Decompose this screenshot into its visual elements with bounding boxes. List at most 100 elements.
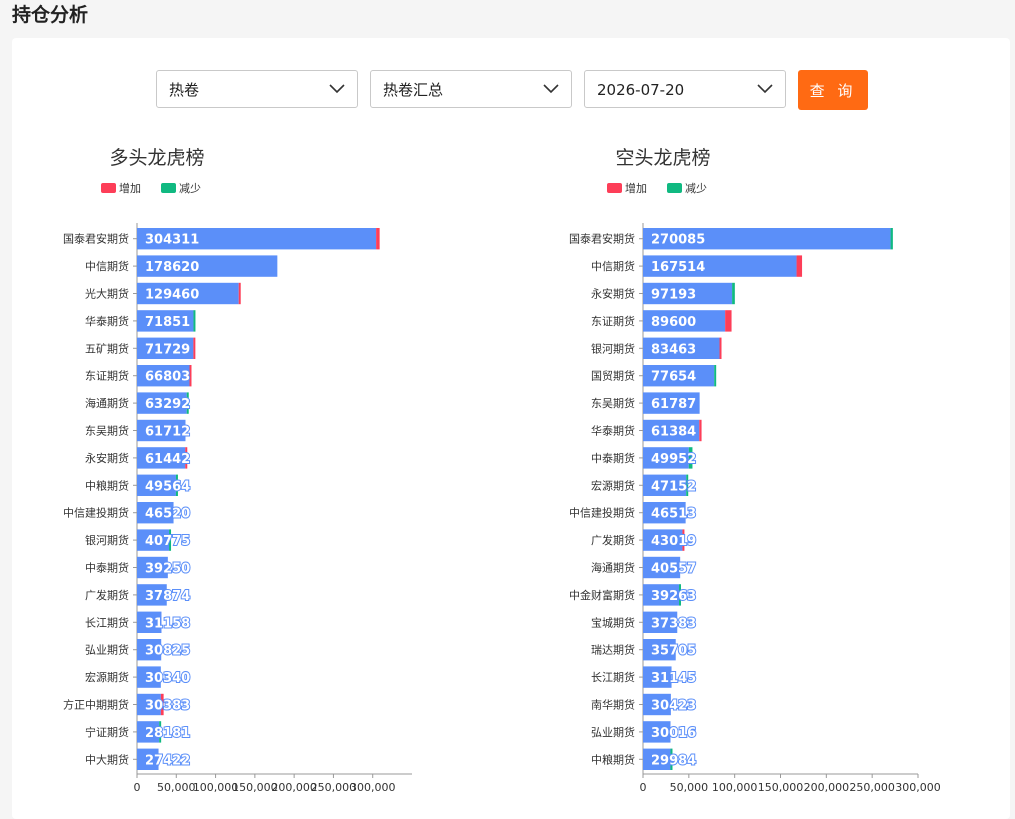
short-category-label: 宝城期货 bbox=[591, 615, 635, 629]
short-x-tick-label: 150,000 bbox=[758, 781, 804, 794]
short-x-tick-label: 0 bbox=[640, 781, 647, 794]
long-bar-value-label: 129460 bbox=[145, 288, 199, 303]
long-category-label: 中信建投期货 bbox=[63, 506, 129, 520]
short-bar-value-label: 47152 bbox=[651, 479, 696, 494]
long-bar-value-label: 30340 bbox=[145, 671, 190, 686]
long-category-label: 中泰期货 bbox=[85, 561, 129, 575]
short-bar-value-label: 35705 bbox=[651, 644, 696, 659]
short-bar-value-label: 39263 bbox=[651, 589, 696, 604]
long-category-label: 中大期货 bbox=[85, 752, 129, 766]
chevron-down-icon bbox=[757, 84, 773, 94]
long-category-label: 广发期货 bbox=[85, 588, 129, 602]
short-category-label: 银河期货 bbox=[591, 341, 635, 355]
short-bar-value-label: 31145 bbox=[651, 671, 696, 686]
short-legend-swatch-decrease bbox=[667, 183, 682, 193]
long-bar-value-label: 49564 bbox=[145, 479, 190, 494]
contract-select-value: 热卷汇总 bbox=[383, 81, 444, 99]
short-category-label: 中泰期货 bbox=[591, 451, 635, 465]
long-category-label: 五矿期货 bbox=[85, 341, 129, 355]
long-x-tick-label: 50,000 bbox=[157, 781, 196, 794]
long-bar-decrease bbox=[193, 310, 196, 332]
short-category-label: 弘业期货 bbox=[591, 725, 635, 739]
short-bar-increase bbox=[796, 255, 803, 277]
long-category-label: 银河期货 bbox=[85, 533, 129, 547]
long-category-label: 弘业期货 bbox=[85, 643, 129, 657]
contract-select[interactable]: 热卷汇总 bbox=[370, 70, 572, 108]
short-bar-value-label: 61787 bbox=[651, 397, 696, 412]
short-x-tick-label: 300,000 bbox=[895, 781, 941, 794]
long-bar-value-label: 39250 bbox=[145, 562, 190, 577]
long-category-label: 东证期货 bbox=[85, 369, 129, 383]
long-category-label: 中信期货 bbox=[85, 259, 129, 273]
short-category-label: 国泰君安期货 bbox=[569, 232, 635, 246]
variety-select[interactable]: 热卷 bbox=[156, 70, 358, 108]
short-category-label: 海通期货 bbox=[591, 561, 635, 575]
short-category-label: 永安期货 bbox=[591, 287, 635, 301]
long-bar-value-label: 30825 bbox=[145, 644, 190, 659]
long-category-label: 光大期货 bbox=[85, 287, 129, 301]
short-ranking-chart: 空头龙虎榜增加 减少 0 50,000 100,000 150,000 200,000 250… bbox=[569, 147, 941, 794]
short-bar-decrease bbox=[732, 282, 735, 305]
long-chart-title: 多头龙虎榜 bbox=[109, 147, 204, 169]
long-bar-value-label: 31158 bbox=[145, 616, 190, 631]
long-category-label: 宁证期货 bbox=[85, 725, 129, 739]
long-category-label: 国泰君安期货 bbox=[63, 232, 129, 246]
short-category-label: 长江期货 bbox=[591, 670, 635, 684]
long-category-label: 长江期货 bbox=[85, 615, 129, 629]
long-bar-increase bbox=[376, 228, 380, 250]
long-bar-value-label: 61442 bbox=[145, 452, 190, 467]
long-category-label: 东吴期货 bbox=[85, 424, 129, 438]
long-legend-label-decrease: 减少 bbox=[179, 182, 201, 195]
chevron-down-icon bbox=[329, 84, 345, 94]
short-category-label: 华泰期货 bbox=[591, 424, 635, 438]
long-ranking-chart: 多头龙虎榜增加 减少0 50,000100,000150,000200,000250… bbox=[63, 147, 412, 794]
long-bar-value-label: 28181 bbox=[145, 726, 190, 741]
long-legend-label-increase: 增加 bbox=[119, 181, 141, 195]
short-category-label: 中信期货 bbox=[591, 259, 635, 273]
long-bar-value-label: 40775 bbox=[145, 534, 190, 549]
short-bar-value-label: 61384 bbox=[651, 425, 696, 440]
short-bar-increase bbox=[699, 419, 702, 442]
long-legend-swatch-increase bbox=[101, 183, 116, 193]
short-bar-value-label: 167514 bbox=[651, 260, 705, 275]
short-bar-increase bbox=[719, 337, 722, 359]
short-category-label: 宏源期货 bbox=[591, 478, 635, 492]
short-category-label: 国贸期货 bbox=[591, 369, 635, 383]
query-button[interactable]: 查 询 bbox=[798, 70, 868, 110]
chevron-down-icon bbox=[543, 84, 559, 94]
date-select[interactable]: 2026-07-20 bbox=[584, 70, 786, 108]
short-bar-value-label: 37383 bbox=[651, 616, 696, 631]
short-category-label: 瑞达期货 bbox=[591, 643, 635, 657]
short-bar-decrease bbox=[714, 365, 717, 387]
short-bar-value-label: 46513 bbox=[651, 507, 696, 522]
long-bar-value-label: 66803 bbox=[145, 370, 190, 385]
long-bar-value-label: 46520 bbox=[145, 507, 190, 522]
short-bar-value-label: 49952 bbox=[651, 452, 696, 467]
long-bar-increase bbox=[238, 282, 241, 305]
long-x-tick-label: 300,000 bbox=[350, 781, 396, 794]
variety-select-value: 热卷 bbox=[169, 81, 200, 99]
short-bar-value-label: 270085 bbox=[651, 233, 705, 248]
long-legend-swatch-decrease bbox=[161, 183, 176, 193]
long-bar-value-label: 304311 bbox=[145, 233, 199, 248]
long-category-label: 华泰期货 bbox=[85, 314, 129, 328]
short-legend-swatch-increase bbox=[607, 183, 622, 193]
position-analysis-panel: 热卷 热卷汇总 2026-07-20 查 询 多头龙虎榜增加 减少 0 50,000 1… bbox=[12, 38, 1010, 819]
long-bar-increase bbox=[193, 337, 196, 359]
long-bar-value-label: 63292 bbox=[145, 397, 190, 412]
long-bar-value-label: 71851 bbox=[145, 315, 190, 330]
long-category-label: 宏源期货 bbox=[85, 670, 129, 684]
short-category-label: 广发期货 bbox=[591, 533, 635, 547]
date-select-value: 2026-07-20 bbox=[597, 81, 685, 99]
long-bar-value-label: 27422 bbox=[145, 753, 190, 768]
long-x-tick-label: 0 bbox=[134, 781, 141, 794]
long-category-label: 永安期货 bbox=[85, 451, 129, 465]
short-category-label: 南华期货 bbox=[591, 698, 635, 712]
long-bar-value-label: 30383 bbox=[145, 699, 190, 714]
short-x-tick-label: 200,000 bbox=[804, 781, 850, 794]
short-x-tick-label: 100,000 bbox=[712, 781, 758, 794]
short-bar-value-label: 43019 bbox=[651, 534, 696, 549]
long-category-label: 方正中期期货 bbox=[63, 698, 129, 712]
short-category-label: 中信建投期货 bbox=[569, 506, 635, 520]
short-bar-value-label: 29984 bbox=[651, 753, 696, 768]
